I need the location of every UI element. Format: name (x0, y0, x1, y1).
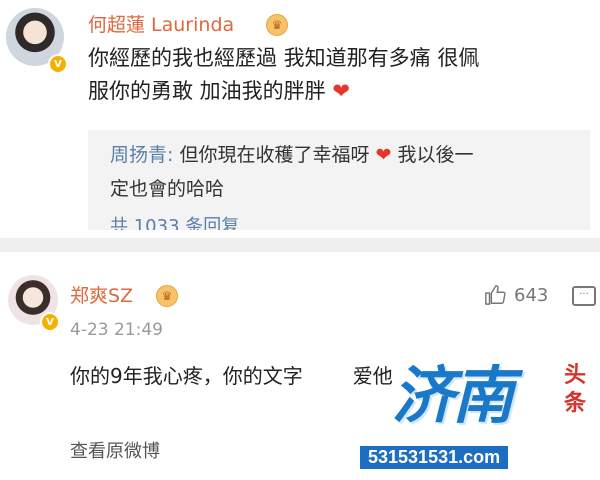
reply-box[interactable]: 周扬青: 但你現在收穫了幸福呀 ❤ 我以後一 定也會的哈哈 共 1033 条回复 (88, 130, 590, 230)
reply-line-1: 周扬青: 但你現在收穫了幸福呀 ❤ 我以後一 (110, 138, 590, 172)
comment-text-tail: 爱他 (352, 364, 393, 388)
comment-line-1: 你經歷的我也經歷過 我知道那有多痛 很佩 (88, 46, 480, 70)
comment-button[interactable]: ··· (572, 286, 596, 306)
crown-icon: ♛ (266, 14, 288, 36)
crown-icon: ♛ (156, 285, 178, 307)
like-button[interactable]: 643 (484, 284, 548, 306)
like-count: 643 (514, 284, 549, 306)
timestamp: 4-23 21:49 (70, 320, 163, 340)
comment-text-visible: 你的9年我心疼，你的文字 (70, 364, 303, 388)
verified-badge-icon: V (40, 312, 60, 332)
watermark-url: 531531531.com (360, 446, 509, 469)
reply-heart-icon: ❤ (375, 144, 392, 166)
comment-text: 你經歷的我也經歷過 我知道那有多痛 很佩 服你的勇敢 加油我的胖胖 ❤ (88, 42, 593, 108)
comment-line-2-text: 服你的勇敢 加油我的胖胖 (88, 79, 326, 103)
heart-icon: ❤ (332, 79, 350, 103)
username[interactable]: 郑爽SZ (70, 285, 133, 307)
watermark-side-text: 头条 (563, 363, 586, 416)
view-original-link[interactable]: 查看原微博 (70, 437, 160, 463)
reply-text-2: 我以後一 (391, 144, 474, 166)
thumbs-up-icon (485, 285, 506, 305)
comment-icon: ··· (572, 286, 596, 306)
reply-author[interactable]: 周扬青: (110, 144, 173, 166)
reply-text-1: 但你現在收穫了幸福呀 (173, 144, 376, 166)
verified-badge-icon: V (48, 54, 68, 74)
comment-line-2: 服你的勇敢 加油我的胖胖 ❤ (88, 75, 593, 108)
watermark-logo: 济南 (392, 359, 514, 432)
divider (0, 238, 600, 252)
username[interactable]: 何超蓮 Laurinda (88, 14, 234, 36)
reply-line-2: 定也會的哈哈 (110, 178, 225, 200)
comment-text: 你的9年我心疼，你的文字 爱他 (70, 360, 393, 393)
reply-more-link[interactable]: 共 1033 条回复 (110, 212, 590, 230)
